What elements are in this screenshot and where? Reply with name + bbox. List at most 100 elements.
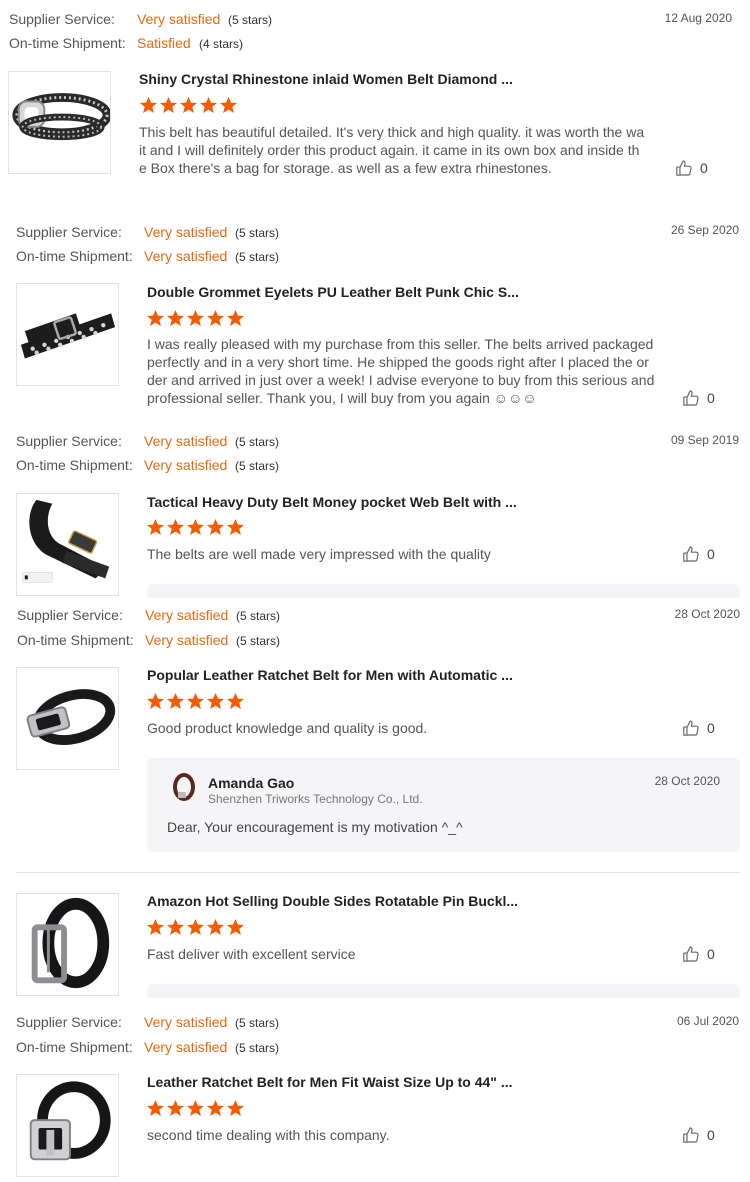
ontime-shipment-stars: (5 stars) — [235, 459, 280, 473]
star-icon — [206, 309, 225, 327]
like-count: 0 — [707, 546, 715, 562]
review-date: 09 Sep 2019 — [670, 433, 739, 447]
ratchet-belt-image — [26, 689, 116, 745]
supplier-service-stars: (5 stars) — [236, 609, 281, 623]
ontime-shipment-label: On-time Shipment: — [16, 457, 133, 473]
like-button[interactable]: 0 — [675, 159, 708, 177]
star-icon — [226, 518, 245, 536]
product-title[interactable]: Shiny Crystal Rhinestone inlaid Women Be… — [139, 71, 513, 87]
ontime-shipment-label: On-time Shipment: — [16, 248, 133, 264]
ontime-shipment-label: On-time Shipment: — [9, 35, 126, 51]
product-thumbnail[interactable] — [16, 1074, 119, 1177]
star-icon — [146, 518, 165, 536]
review-line: Fast deliver with excellent service — [147, 946, 356, 962]
star-icon — [166, 518, 185, 536]
supplier-service-value: Very satisfied — [144, 224, 228, 240]
product-title[interactable]: Leather Ratchet Belt for Men Fit Waist S… — [147, 1074, 513, 1090]
star-icon — [166, 309, 185, 327]
supplier-service-stars: (5 stars) — [235, 226, 280, 240]
star-icon — [226, 918, 245, 936]
review-text: This belt has beautiful detailed. It's v… — [139, 123, 645, 177]
review-text: I was really pleased with my purchase fr… — [147, 335, 655, 407]
review-date: 06 Jul 2020 — [676, 1014, 739, 1028]
review-line: Good product knowledge and quality is go… — [147, 720, 428, 736]
seller-avatar — [169, 772, 199, 802]
review-line: der and arrived in just over a week! I a… — [147, 372, 655, 388]
review-line: professional seller. Thank you, I will b… — [147, 390, 537, 406]
review-date: 12 Aug 2020 — [664, 11, 732, 25]
star-icon — [166, 692, 185, 710]
star-rating — [146, 518, 245, 536]
supplier-service-value: Very satisfied — [145, 607, 229, 623]
ontime-shipment-value: Very satisfied — [144, 1039, 228, 1055]
product-thumbnail[interactable] — [8, 71, 111, 174]
product-thumbnail[interactable] — [16, 667, 119, 770]
like-button[interactable]: 0 — [682, 389, 715, 407]
ontime-shipment-value: Very satisfied — [145, 632, 229, 648]
thumbs-up-icon — [676, 160, 692, 176]
review-text: Fast deliver with excellent service — [147, 945, 645, 963]
pin-buckle-belt-image — [31, 897, 110, 989]
supplier-service-stars: (5 stars) — [235, 435, 280, 449]
review-line: perfectly and in a very short time. He s… — [147, 354, 649, 370]
ontime-shipment-stars: (5 stars) — [235, 1041, 280, 1055]
star-icon — [206, 918, 225, 936]
star-icon — [179, 96, 198, 114]
star-icon — [206, 1099, 225, 1117]
star-icon — [146, 918, 165, 936]
star-icon — [186, 518, 205, 536]
like-count: 0 — [707, 720, 715, 736]
like-button[interactable]: 0 — [682, 545, 715, 563]
review-date: 28 Oct 2020 — [674, 607, 740, 621]
star-rating — [146, 1099, 245, 1117]
star-icon — [226, 692, 245, 710]
review-line: it and I will definitely order this prod… — [139, 142, 640, 158]
review-line: This belt has beautiful detailed. It's v… — [139, 124, 645, 140]
ontime-shipment-stars: (4 stars) — [199, 37, 244, 51]
like-button[interactable]: 0 — [682, 1126, 715, 1144]
supplier-service-label: Supplier Service: — [16, 1014, 122, 1030]
review-line: The belts are well made very impressed w… — [147, 546, 491, 562]
review-line: I was really pleased with my purchase fr… — [147, 336, 654, 352]
seller-company: Shenzhen Triworks Technology Co., Ltd. — [208, 792, 423, 806]
ontime-shipment-stars: (5 stars) — [235, 250, 280, 264]
thumbs-up-icon — [683, 720, 699, 736]
tactical-belt-image — [22, 499, 110, 583]
star-icon — [186, 692, 205, 710]
star-icon — [166, 1099, 185, 1117]
product-title[interactable]: Amazon Hot Selling Double Sides Rotatabl… — [147, 893, 518, 909]
star-icon — [146, 1099, 165, 1117]
like-count: 0 — [707, 1127, 715, 1143]
seller-name: Amanda Gao — [208, 775, 295, 791]
thumbs-up-icon — [683, 546, 699, 562]
product-thumbnail[interactable] — [16, 893, 119, 996]
product-title[interactable]: Double Grommet Eyelets PU Leather Belt P… — [147, 284, 519, 300]
thumbs-up-icon — [683, 1127, 699, 1143]
star-rating — [139, 96, 238, 114]
ratchet-belt-image — [29, 1081, 111, 1161]
supplier-service-label: Supplier Service: — [16, 224, 122, 240]
review-text: second time dealing with this company. — [147, 1126, 645, 1144]
thumbs-up-icon — [683, 946, 699, 962]
ontime-shipment-label: On-time Shipment: — [17, 632, 134, 648]
product-title[interactable]: Popular Leather Ratchet Belt for Men wit… — [147, 667, 513, 683]
product-thumbnail[interactable] — [16, 283, 119, 386]
like-button[interactable]: 0 — [682, 719, 715, 737]
star-icon — [199, 96, 218, 114]
supplier-service-label: Supplier Service: — [9, 11, 115, 27]
reply-date: 28 Oct 2020 — [654, 774, 720, 788]
star-icon — [159, 96, 178, 114]
like-count: 0 — [707, 390, 715, 406]
star-rating — [146, 692, 245, 710]
supplier-service-stars: (5 stars) — [235, 1016, 280, 1030]
like-button[interactable]: 0 — [682, 945, 715, 963]
star-rating — [146, 309, 245, 327]
reply-text: Dear, Your encouragement is my motivatio… — [167, 819, 463, 835]
review-text: Good product knowledge and quality is go… — [147, 719, 645, 737]
star-icon — [206, 692, 225, 710]
divider — [16, 872, 740, 873]
like-count: 0 — [707, 946, 715, 962]
star-icon — [186, 918, 205, 936]
product-thumbnail[interactable] — [16, 493, 119, 596]
product-title[interactable]: Tactical Heavy Duty Belt Money pocket We… — [147, 494, 517, 510]
